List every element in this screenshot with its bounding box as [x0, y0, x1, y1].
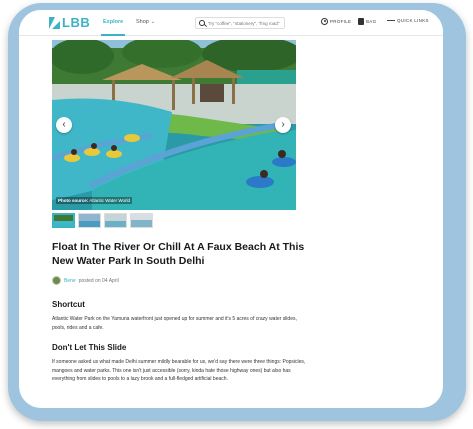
chevron-down-icon: ⌄ [150, 19, 156, 25]
profile-icon [321, 18, 328, 25]
search-input[interactable] [207, 20, 284, 26]
author-avatar[interactable] [52, 276, 61, 285]
thumbnail-strip [52, 213, 153, 228]
profile-label: PROFILE [330, 19, 352, 24]
bag-label: BAG [366, 19, 377, 24]
lbb-logo-icon [49, 17, 60, 29]
section-heading-dont-let-this-slide: Don't Let This Slide [52, 343, 127, 352]
logo-text: LBB [62, 15, 91, 30]
thumbnail-image [79, 214, 100, 227]
search-icon [199, 20, 205, 26]
lbb-logo[interactable]: LBB [49, 16, 90, 30]
thumbnail-1[interactable] [52, 213, 75, 228]
hero-image: ‹ › Photo source: Atlantic Water World [52, 40, 296, 210]
chevron-left-icon: ‹ [62, 119, 66, 130]
section-heading-shortcut: Shortcut [52, 300, 85, 309]
thumbnail-image [105, 214, 126, 227]
quick-links-label: QUICK LINKS [397, 18, 429, 23]
thumbnail-image [131, 214, 152, 227]
previous-image-button[interactable]: ‹ [56, 117, 72, 133]
photo-credit: Photo source: Atlantic Water World [56, 197, 133, 204]
section-body-dont-let-this-slide: If someone asked us what made Delhi summ… [52, 359, 306, 382]
app-window: LBB Explore Shop⌄ PROFILE BAG QUICK LINK… [19, 10, 443, 408]
article-title: Float In The River Or Chill At A Faux Be… [52, 241, 305, 267]
nav-shop[interactable]: Shop ⌄ [136, 19, 155, 25]
photo-credit-source: Atlantic Water World [89, 198, 131, 203]
thumbnail-4[interactable] [130, 213, 153, 228]
profile-button[interactable]: PROFILE [321, 18, 351, 25]
photo-credit-label: Photo source: [58, 198, 89, 203]
byline: Bene posted on 04 April [52, 276, 119, 285]
next-image-button[interactable]: › [275, 117, 291, 133]
bag-button[interactable]: BAG [358, 18, 376, 25]
top-header: LBB Explore Shop⌄ PROFILE BAG QUICK LINK… [19, 10, 443, 36]
nav-explore[interactable]: Explore [100, 19, 126, 36]
chevron-right-icon: › [281, 119, 285, 130]
section-body-shortcut: Atlantic Water Park on the Yamuna waterf… [52, 316, 297, 331]
water-park-photo [52, 40, 296, 210]
thumbnail-image [54, 215, 73, 226]
thumbnail-2[interactable] [78, 213, 101, 228]
bag-icon [358, 18, 364, 25]
search-box[interactable] [195, 17, 285, 29]
thumbnail-3[interactable] [104, 213, 127, 228]
menu-dash-icon [387, 20, 395, 21]
quick-links-button[interactable]: QUICK LINKS [387, 18, 429, 23]
posted-date: posted on 04 April [78, 277, 119, 284]
nav-shop-label: Shop [136, 19, 149, 25]
author-name[interactable]: Bene [64, 278, 76, 284]
